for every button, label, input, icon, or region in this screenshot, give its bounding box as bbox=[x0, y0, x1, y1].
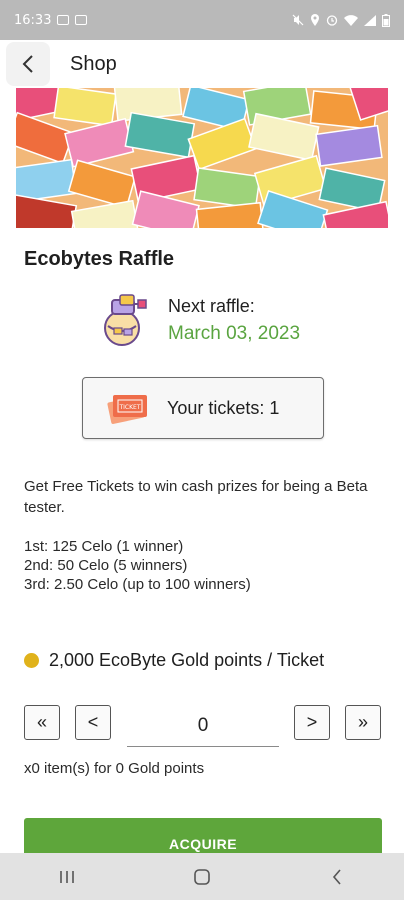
svg-text:TICKET: TICKET bbox=[118, 404, 140, 411]
mute-icon bbox=[292, 14, 304, 26]
prize-list: 1st: 125 Celo (1 winner) 2nd: 50 Celo (5… bbox=[24, 537, 251, 594]
system-nav-bar bbox=[0, 853, 404, 900]
next-raffle-info: Next raffle: March 03, 2023 bbox=[98, 292, 300, 348]
decrement-button[interactable]: < bbox=[75, 705, 111, 740]
quantity-stepper: « < 0 > » bbox=[24, 705, 382, 747]
signal-icon bbox=[364, 14, 376, 26]
home-icon bbox=[194, 868, 210, 885]
home-button[interactable] bbox=[172, 853, 232, 900]
prize-second: 2nd: 50 Celo (5 winners) bbox=[24, 557, 188, 574]
increment-button[interactable]: > bbox=[294, 705, 330, 740]
page-title: Shop bbox=[70, 52, 117, 75]
raffle-drum-icon bbox=[98, 292, 154, 348]
quantity-input[interactable]: 0 bbox=[127, 705, 279, 747]
recents-icon bbox=[60, 870, 75, 883]
app-bar: Shop bbox=[0, 40, 404, 88]
ticket-icon: TICKET bbox=[107, 395, 147, 424]
back-button[interactable] bbox=[6, 42, 50, 86]
battery-icon bbox=[382, 13, 390, 27]
status-time: 16:33 bbox=[14, 12, 52, 28]
alarm-icon bbox=[326, 15, 338, 26]
location-icon bbox=[311, 14, 319, 26]
raffle-description: Get Free Tickets to win cash prizes for … bbox=[24, 478, 368, 516]
wifi-icon bbox=[344, 14, 358, 26]
app-notification-icon bbox=[75, 15, 88, 25]
raffle-banner-image bbox=[16, 88, 388, 228]
your-tickets-label: Your tickets: 1 bbox=[167, 397, 280, 418]
gallery-notification-icon bbox=[57, 15, 70, 25]
system-back-button[interactable] bbox=[307, 853, 367, 900]
gold-coin-icon bbox=[24, 653, 39, 668]
status-bar: 16:33 bbox=[0, 0, 404, 40]
chevron-left-icon bbox=[22, 55, 33, 73]
back-icon bbox=[332, 868, 341, 885]
ticket-price-label: 2,000 EcoByte Gold points / Ticket bbox=[49, 650, 325, 670]
prize-first: 1st: 125 Celo (1 winner) bbox=[24, 538, 184, 555]
last-button[interactable]: » bbox=[345, 705, 381, 740]
recents-button[interactable] bbox=[37, 853, 97, 900]
next-raffle-date: March 03, 2023 bbox=[168, 322, 301, 344]
raffle-title: Ecobytes Raffle bbox=[24, 248, 175, 270]
ticket-price: 2,000 EcoByte Gold points / Ticket bbox=[24, 650, 324, 671]
prize-third: 3rd: 2.50 Celo (up to 100 winners) bbox=[24, 576, 251, 593]
next-raffle-label: Next raffle: bbox=[168, 295, 255, 316]
your-tickets-card[interactable]: TICKET Your tickets: 1 bbox=[82, 377, 324, 439]
purchase-summary: x0 item(s) for 0 Gold points bbox=[24, 760, 205, 777]
first-button[interactable]: « bbox=[24, 705, 60, 740]
